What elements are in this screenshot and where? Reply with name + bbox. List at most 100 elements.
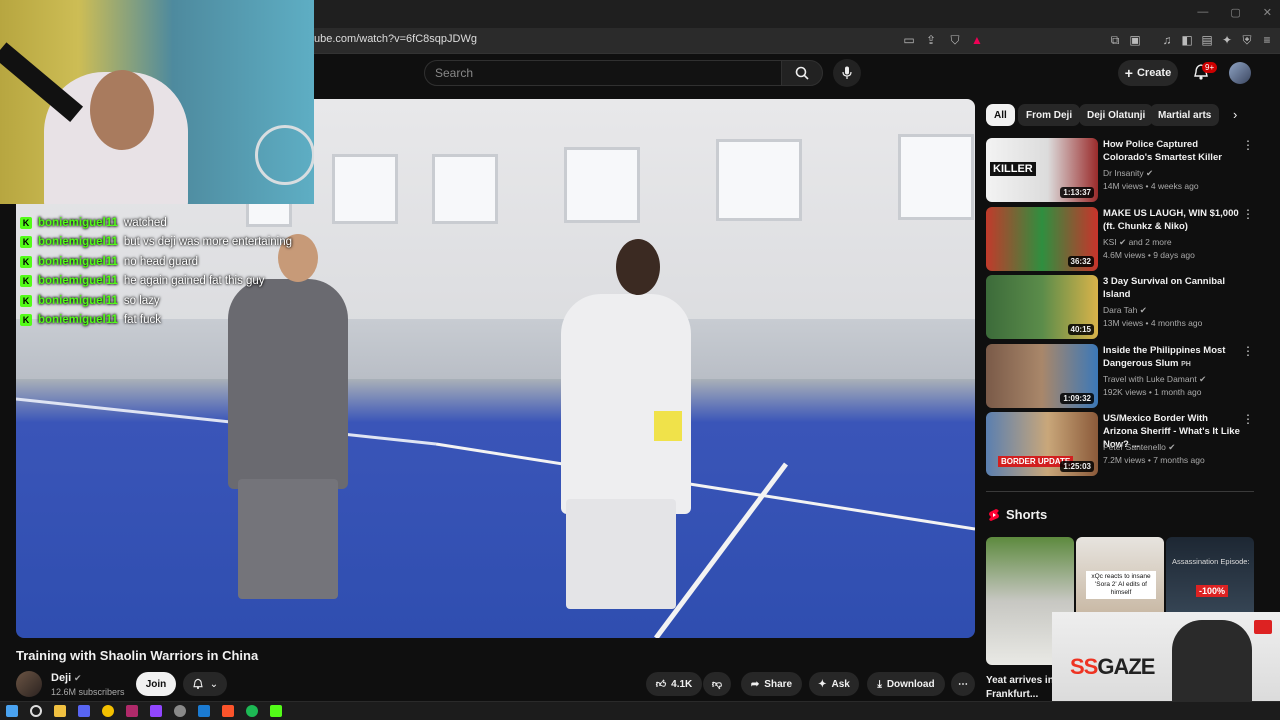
search-icon xyxy=(795,66,809,80)
download-button[interactable]: ⤓ Download xyxy=(867,672,945,696)
recommendation-channel[interactable]: Travel with Luke Damant ✔ xyxy=(1103,374,1206,385)
chat-message: Kboniemiguel11 so lazy xyxy=(20,291,320,311)
spotify-icon[interactable] xyxy=(246,705,258,717)
url-text[interactable]: ube.com/watch?v=6fC8sqpJDWg xyxy=(314,33,477,45)
stream-chat-overlay: Kboniemiguel11 watched Kboniemiguel11 but v… xyxy=(20,213,320,330)
subscriber-count: 12.6M subscribers xyxy=(51,687,125,697)
minimize-icon[interactable]: — xyxy=(1197,6,1208,19)
like-button[interactable]: 👍︎ 4.1K xyxy=(646,672,702,696)
recommendation-item[interactable]: KILLER 1:13:37 How Police Captured Color… xyxy=(986,138,1256,202)
download-label: Download xyxy=(886,678,935,690)
video-title: Training with Shaolin Warriors in China xyxy=(16,648,259,663)
brave-shield-icon[interactable]: ⛉ xyxy=(948,33,962,47)
more-options-icon[interactable]: ⋮ xyxy=(1242,207,1254,221)
ask-label: Ask xyxy=(831,678,850,690)
share-icon: ➦ xyxy=(750,678,760,690)
search-button[interactable] xyxy=(781,60,823,86)
voice-search-button[interactable] xyxy=(833,59,861,87)
recommendation-channel[interactable]: Peter Santenello ✔ xyxy=(1103,442,1175,453)
sparkle-icon: ✦ xyxy=(818,678,827,690)
overlay-logo xyxy=(1254,620,1272,634)
chevron-down-icon: ⌄ xyxy=(209,678,219,690)
channel-name[interactable]: Deji xyxy=(51,672,71,684)
recommendation-channel[interactable]: KSI ✔ and 2 more xyxy=(1103,237,1172,248)
dislike-button[interactable]: 👎︎ xyxy=(703,672,731,696)
close-icon[interactable]: ✕ xyxy=(1263,6,1272,19)
share-label: Share xyxy=(764,678,793,690)
wallet-icon[interactable]: ▤ xyxy=(1200,33,1214,47)
create-button[interactable]: + Create xyxy=(1118,60,1178,86)
recommendation-title[interactable]: MAKE US LAUGH, WIN $1,000 (ft. Chunkz & … xyxy=(1103,207,1243,233)
recommendation-thumbnail[interactable]: KILLER 1:13:37 xyxy=(986,138,1098,202)
chat-username: boniemiguel11 xyxy=(38,314,118,327)
video-duration: 1:25:03 xyxy=(1060,461,1094,472)
chat-text: watched xyxy=(123,216,167,229)
chrome-icon[interactable] xyxy=(102,705,114,717)
brave-icon[interactable] xyxy=(222,705,234,717)
twitch-icon[interactable] xyxy=(150,705,162,717)
search-input[interactable]: Search xyxy=(424,60,782,86)
vpn-icon[interactable]: ⛨ xyxy=(1240,33,1254,47)
brave-rewards-icon[interactable]: ▲ xyxy=(970,33,984,47)
webcam-person-head xyxy=(90,70,154,150)
screen-cast-icon[interactable]: ▭ xyxy=(902,33,916,47)
ask-button[interactable]: ✦ Ask xyxy=(809,672,859,696)
chat-username: boniemiguel11 xyxy=(38,275,118,288)
recommendation-thumbnail[interactable]: 36:32 xyxy=(986,207,1098,271)
screenshot-icon[interactable]: ▣ xyxy=(1128,33,1142,47)
file-explorer-icon[interactable] xyxy=(54,705,66,717)
music-icon[interactable]: ♫ xyxy=(1160,33,1174,47)
kick-badge-icon: K xyxy=(20,216,32,229)
chip-martial-arts[interactable]: Martial arts xyxy=(1150,104,1220,126)
recommendation-item[interactable]: BORDER UPDATE 1:25:03 US/Mexico Border W… xyxy=(986,412,1256,476)
recommendation-channel[interactable]: Dara Tah ✔ xyxy=(1103,305,1147,316)
shorts-heading: Shorts xyxy=(1006,507,1048,522)
recommendation-title[interactable]: 3 Day Survival on Cannibal Island xyxy=(1103,275,1243,301)
verified-icon: ✔ xyxy=(1119,237,1127,247)
thumbs-down-icon: 👎︎ xyxy=(711,679,723,690)
kick-icon[interactable] xyxy=(270,705,282,717)
account-avatar[interactable] xyxy=(1229,62,1251,84)
more-options-icon[interactable]: ⋮ xyxy=(1242,138,1254,152)
recommendation-thumbnail[interactable]: BORDER UPDATE 1:25:03 xyxy=(986,412,1098,476)
channel-avatar[interactable] xyxy=(16,671,42,697)
maximize-icon[interactable]: ▢ xyxy=(1230,6,1240,19)
obs-icon[interactable] xyxy=(174,705,186,717)
webcam-fan xyxy=(255,125,314,185)
extensions-icon[interactable]: ⧉ xyxy=(1108,33,1122,47)
start-icon[interactable] xyxy=(6,705,18,717)
chevron-right-icon[interactable]: › xyxy=(1233,107,1237,122)
recommendation-channel[interactable]: Dr Insanity ✔ xyxy=(1103,168,1153,179)
steam-icon[interactable] xyxy=(198,705,210,717)
recommendation-item[interactable]: 40:15 3 Day Survival on Cannibal Island … xyxy=(986,275,1256,339)
recommendation-thumbnail[interactable]: 1:09:32 xyxy=(986,344,1098,408)
recommendation-item[interactable]: 1:09:32 Inside the Philippines Most Dang… xyxy=(986,344,1256,408)
kick-badge-icon: K xyxy=(20,236,32,249)
recommendation-title[interactable]: How Police Captured Colorado's Smartest … xyxy=(1103,138,1243,164)
search-icon[interactable] xyxy=(30,705,42,717)
sidebar-toggle-icon[interactable]: ◧ xyxy=(1180,33,1194,47)
more-actions-button[interactable]: ⋯ xyxy=(951,672,975,696)
video-person-deji-head xyxy=(616,239,660,295)
kick-badge-icon: K xyxy=(20,255,32,268)
more-options-icon[interactable]: ⋮ xyxy=(1242,344,1254,358)
chip-from-deji[interactable]: From Deji xyxy=(1018,104,1081,126)
share-page-icon[interactable]: ⇪ xyxy=(924,33,938,47)
menu-icon[interactable]: ≡ xyxy=(1260,33,1274,47)
microphone-icon xyxy=(842,66,852,79)
recommendation-title[interactable]: Inside the Philippines Most Dangerous Sl… xyxy=(1103,344,1243,371)
video-duration: 36:32 xyxy=(1067,256,1094,267)
more-options-icon[interactable]: ⋮ xyxy=(1242,412,1254,426)
share-button[interactable]: ➦ Share xyxy=(741,672,802,696)
subscription-bell-button[interactable]: ⌄ xyxy=(183,672,227,696)
join-button[interactable]: Join xyxy=(136,672,176,696)
chip-deji-olatunji[interactable]: Deji Olatunji xyxy=(1079,104,1154,126)
leo-ai-icon[interactable]: ✦ xyxy=(1220,33,1234,47)
recommendation-item[interactable]: 36:32 MAKE US LAUGH, WIN $1,000 (ft. Chu… xyxy=(986,207,1256,271)
app-icon[interactable] xyxy=(126,705,138,717)
video-duration: 1:09:32 xyxy=(1060,393,1094,404)
kick-badge-icon: K xyxy=(20,314,32,327)
recommendation-thumbnail[interactable]: 40:15 xyxy=(986,275,1098,339)
discord-icon[interactable] xyxy=(78,705,90,717)
chip-all[interactable]: All xyxy=(986,104,1015,126)
